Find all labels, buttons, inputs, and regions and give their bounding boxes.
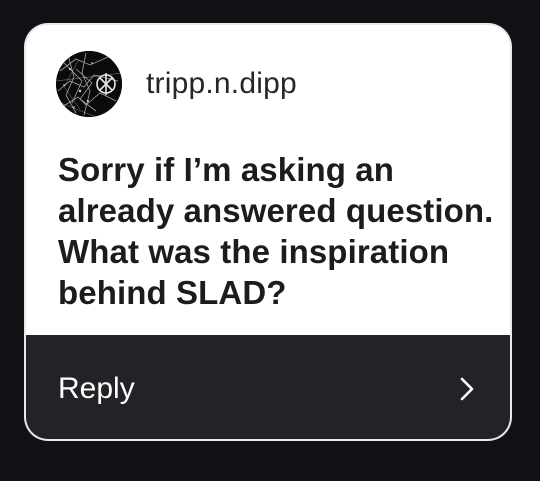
question-text: Sorry if I’m asking an already answered …	[58, 151, 494, 311]
reply-button[interactable]: Reply	[26, 335, 510, 439]
question-header: tripp.n.dipp	[56, 51, 297, 117]
username[interactable]: tripp.n.dipp	[146, 67, 297, 101]
chevron-right-icon	[460, 377, 474, 401]
question-card: tripp.n.dipp Sorry if I’m asking an alre…	[26, 25, 510, 439]
question-card-body: tripp.n.dipp Sorry if I’m asking an alre…	[26, 25, 510, 335]
reply-label: Reply	[58, 372, 135, 405]
avatar[interactable]	[56, 51, 122, 117]
avatar-image	[56, 51, 122, 117]
